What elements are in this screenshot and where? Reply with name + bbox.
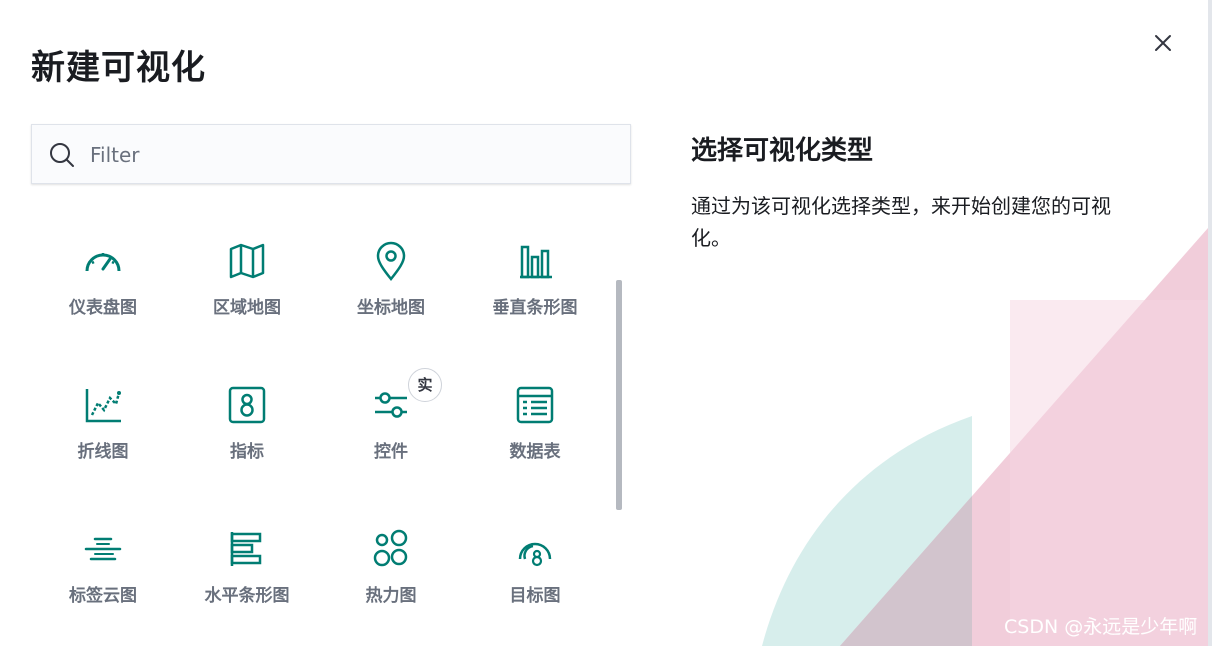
- experimental-badge: 实: [408, 368, 442, 402]
- panel-description: 通过为该可视化选择类型，来开始创建您的可视化。: [691, 194, 1111, 250]
- vis-type-data-table[interactable]: 数据表: [463, 369, 607, 489]
- search-icon: [50, 143, 74, 167]
- gauge-icon: [85, 253, 121, 272]
- vis-type-region-map[interactable]: 区域地图: [175, 225, 319, 345]
- map-icon: [229, 243, 265, 279]
- deco-light-band: [1010, 300, 1208, 646]
- vis-type-label: 仪表盘图: [69, 298, 137, 318]
- close-icon[interactable]: [1150, 30, 1176, 56]
- deco-overlap-shape: [840, 496, 972, 646]
- vis-type-label: 数据表: [509, 442, 561, 462]
- search-field: [31, 124, 631, 184]
- modal-right-edge: [1208, 0, 1212, 646]
- search-input[interactable]: [90, 137, 610, 173]
- map-pin-icon: [376, 241, 406, 282]
- heatmap-icon: [373, 529, 408, 567]
- horizontal-bar-chart-icon: [230, 532, 262, 566]
- vis-type-label: 区域地图: [213, 298, 281, 318]
- controls-icon: [375, 392, 407, 418]
- vis-type-gauge[interactable]: 仪表盘图: [31, 225, 175, 345]
- goal-icon: [518, 542, 552, 567]
- watermark-text: CSDN @永远是少年啊: [1004, 616, 1198, 638]
- vis-type-heatmap[interactable]: 热力图: [319, 513, 463, 633]
- vis-type-vertical-bar[interactable]: 垂直条形图: [463, 225, 607, 345]
- vis-type-metric[interactable]: 指标: [175, 369, 319, 489]
- deco-pink-shape: [840, 228, 1208, 646]
- metric-icon: [228, 386, 266, 424]
- vis-type-label: 指标: [230, 442, 264, 462]
- vis-type-label: 折线图: [77, 442, 129, 462]
- vis-type-tag-cloud[interactable]: 标签云图: [31, 513, 175, 633]
- panel-title: 选择可视化类型: [691, 136, 874, 166]
- vis-type-horizontal-bar[interactable]: 水平条形图: [175, 513, 319, 633]
- vis-type-label: 水平条形图: [204, 586, 290, 606]
- vis-type-label: 控件: [374, 442, 408, 462]
- vis-type-label: 垂直条形图: [492, 298, 578, 318]
- deco-teal-shape: [762, 416, 972, 646]
- vis-type-label: 标签云图: [69, 586, 137, 606]
- vis-type-goal[interactable]: 目标图: [463, 513, 607, 633]
- vis-type-label: 目标图: [509, 586, 561, 606]
- new-visualization-modal: 新建可视化 仪表盘图 区域地图: [0, 0, 1208, 646]
- vis-type-line[interactable]: 折线图: [31, 369, 175, 489]
- vertical-bar-chart-icon: [520, 245, 552, 279]
- grid-scrollbar[interactable]: [616, 280, 622, 510]
- vis-type-label: 坐标地图: [357, 298, 425, 318]
- vis-type-label: 热力图: [365, 586, 417, 606]
- vis-type-coordinate-map[interactable]: 坐标地图: [319, 225, 463, 345]
- modal-title: 新建可视化: [31, 48, 206, 88]
- line-chart-icon: [85, 389, 121, 423]
- tag-cloud-icon: [84, 537, 122, 561]
- table-icon: [516, 386, 554, 424]
